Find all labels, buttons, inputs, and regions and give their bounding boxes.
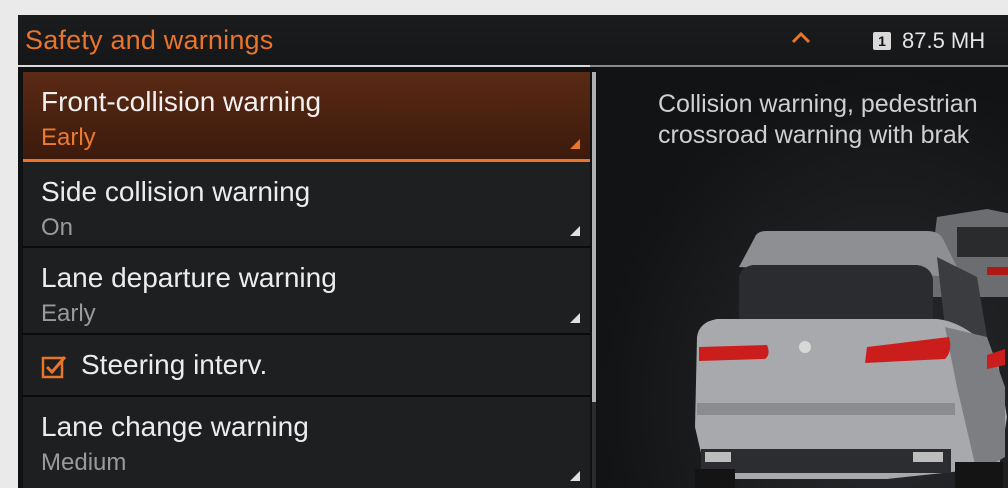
checkbox-checked-icon[interactable] bbox=[41, 354, 67, 380]
menu-item-value: Medium bbox=[41, 449, 127, 476]
menu-item-label: Side collision warning bbox=[41, 176, 311, 207]
menu-item-lane-change-warning[interactable]: Lane change warning Medium bbox=[23, 397, 590, 488]
menu-item-side-collision-warning[interactable]: Side collision warning On bbox=[23, 162, 590, 248]
menu-item-value: Early bbox=[41, 300, 96, 327]
menu-item-lane-departure-warning[interactable]: Lane departure warning Early bbox=[23, 248, 590, 335]
info-panel: Collision warning, pedestrian crossroad … bbox=[597, 67, 1008, 488]
menu-item-label: Front-collision warning bbox=[41, 86, 322, 117]
scrollbar-thumb[interactable] bbox=[592, 72, 596, 402]
info-line-2: crossroad warning with brak bbox=[658, 121, 970, 149]
settings-menu: Front-collision warning Early Side colli… bbox=[23, 72, 590, 488]
menu-item-value: On bbox=[41, 214, 74, 241]
corner-triangle-icon bbox=[570, 139, 580, 149]
chevron-up-icon[interactable] bbox=[786, 25, 816, 49]
info-description: Collision warning, pedestrian crossroad … bbox=[658, 89, 978, 151]
menu-item-label: Steering interv. bbox=[81, 349, 268, 380]
corner-triangle-icon bbox=[570, 313, 580, 323]
idrive-screen: Safety and warnings 1 87.5 MH Front-coll… bbox=[18, 15, 1008, 488]
page-title: Safety and warnings bbox=[25, 25, 274, 55]
menu-item-steering-intervention[interactable]: Steering interv. bbox=[23, 335, 590, 397]
menu-item-label: Lane change warning bbox=[41, 411, 309, 442]
menu-item-front-collision-warning[interactable]: Front-collision warning Early bbox=[23, 72, 590, 162]
corner-triangle-icon bbox=[570, 471, 580, 481]
car-illustration bbox=[695, 209, 1008, 488]
menu-item-value: Early bbox=[41, 124, 96, 151]
info-line-1: Collision warning, pedestrian bbox=[658, 90, 978, 118]
radio-preset-badge: 1 bbox=[873, 32, 891, 50]
menu-item-label: Lane departure warning bbox=[41, 262, 337, 293]
header-bar: Safety and warnings 1 87.5 MH bbox=[18, 15, 1008, 67]
radio-frequency: 87.5 MH bbox=[902, 28, 986, 53]
corner-triangle-icon bbox=[570, 226, 580, 236]
